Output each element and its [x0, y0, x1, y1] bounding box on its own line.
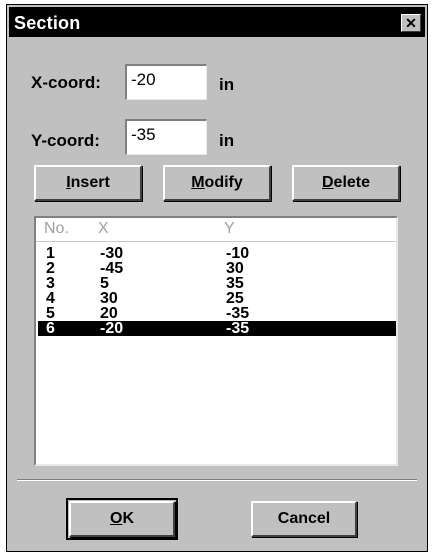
delete-button[interactable]: Delete — [292, 165, 400, 201]
row-y: 35 — [226, 275, 244, 292]
close-button[interactable]: ✕ — [401, 14, 421, 32]
row-x: -45 — [100, 260, 124, 277]
list-item[interactable]: 2 -45 30 — [38, 260, 396, 277]
points-listbox[interactable]: No. X Y 1 -30 -10 2 -45 30 3 5 35 4 30 2… — [34, 216, 398, 466]
insert-label: nsert — [70, 174, 110, 191]
x-coord-unit: in — [219, 75, 235, 94]
delete-label: elete — [333, 174, 371, 191]
modify-label: odify — [204, 174, 243, 191]
title-bar[interactable]: Section ✕ — [9, 7, 425, 37]
list-item[interactable]: 3 5 35 — [38, 275, 396, 292]
row-y: -35 — [226, 305, 250, 322]
section-dialog: Section ✕ X-coord: -20 in Y-coord: -35 i… — [6, 4, 428, 552]
y-coord-unit: in — [219, 131, 235, 150]
x-coord-label: X-coord: — [31, 73, 101, 92]
list-header: No. X Y — [36, 218, 396, 242]
list-item[interactable]: 1 -30 -10 — [38, 245, 396, 262]
ok-label: K — [122, 510, 134, 527]
window-title: Section — [14, 13, 81, 33]
row-no: 6 — [46, 320, 55, 337]
close-icon: ✕ — [405, 15, 417, 31]
modify-mnemonic: M — [191, 174, 205, 191]
row-no: 4 — [46, 290, 55, 307]
row-x: 5 — [100, 275, 109, 292]
row-y: -35 — [226, 320, 250, 337]
cancel-label: Cancel — [277, 510, 331, 527]
header-no: No. — [44, 220, 69, 237]
row-no: 3 — [46, 275, 55, 292]
list-item[interactable]: 5 20 -35 — [38, 305, 396, 322]
row-x: -30 — [100, 245, 124, 262]
ok-button[interactable]: OK — [66, 498, 178, 540]
list-item-selected[interactable]: 6 -20 -35 — [38, 320, 396, 337]
row-no: 1 — [46, 245, 55, 262]
row-y: 30 — [226, 260, 244, 277]
insert-button[interactable]: Insert — [34, 165, 142, 201]
modify-button[interactable]: Modify — [163, 165, 271, 201]
x-coord-input[interactable]: -20 — [125, 64, 207, 100]
row-x: -20 — [100, 320, 124, 337]
row-y: -10 — [226, 245, 250, 262]
y-coord-input[interactable]: -35 — [125, 119, 207, 155]
footer-separator — [17, 479, 417, 481]
row-x: 20 — [100, 305, 118, 322]
header-x: X — [98, 220, 109, 237]
y-coord-label: Y-coord: — [31, 131, 100, 150]
row-no: 5 — [46, 305, 55, 322]
row-no: 2 — [46, 260, 55, 277]
list-item[interactable]: 4 30 25 — [38, 290, 396, 307]
delete-mnemonic: D — [321, 174, 334, 191]
ok-mnemonic: O — [109, 510, 123, 527]
row-y: 25 — [226, 290, 244, 307]
header-y: Y — [224, 220, 235, 237]
cancel-button[interactable]: Cancel — [251, 501, 357, 537]
row-x: 30 — [100, 290, 118, 307]
